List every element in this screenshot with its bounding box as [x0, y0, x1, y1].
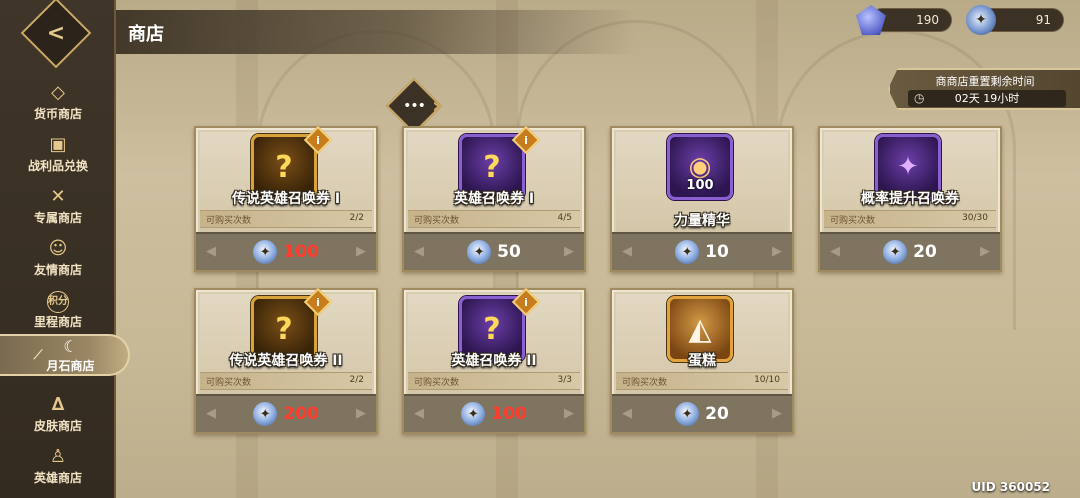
- item-price: 100: [491, 404, 527, 424]
- shop-refresh-timer: 商商店重置剩余时间 ◷ 02天 19小时: [888, 68, 1080, 110]
- moonstone-icon: ✦: [461, 402, 486, 426]
- sidebar-item-label: 皮肤商店: [33, 418, 82, 433]
- refresh-time-box: ◷ 02天 19小时: [908, 90, 1066, 107]
- hero-icon: ♙: [49, 445, 67, 467]
- item-price: 20: [913, 242, 937, 262]
- hanger-icon: ∆: [51, 393, 65, 415]
- sidebar-item-label: 友情商店: [33, 262, 82, 277]
- moonstone-icon: ✦: [467, 240, 492, 264]
- back-button[interactable]: <: [20, 0, 92, 69]
- purchase-limit-count: 3/3: [557, 375, 572, 385]
- purchase-limit-bar: 可购买次数 30/30: [824, 210, 996, 228]
- sidebar: < ◇ 货币商店 ▣ 战利品兑换 ✕ 专属商店 ☺ 友情商店 积分 里程商店 ⟋…: [0, 0, 130, 498]
- friendship-icon: ☺: [48, 237, 68, 259]
- sidebar-item-label: 战利品兑换: [27, 158, 88, 173]
- purchase-limit-bar: 可购买次数 10/10: [616, 372, 788, 390]
- chevron-right-icon: ›: [432, 94, 442, 119]
- purchase-limit-count: 4/5: [557, 213, 572, 223]
- shop-item-card[interactable]: ? i 传说英雄召唤券 I 可购买次数 2/2 ◀ ▶ ✦ 100: [194, 125, 378, 272]
- sidebar-item-skin-shop[interactable]: ∆ 皮肤商店: [0, 388, 116, 440]
- purchase-limit-count: 2/2: [349, 213, 364, 223]
- refresh-time: 02天 19小时: [954, 92, 1020, 105]
- purchase-limit-bar: 可购买次数 2/2: [200, 210, 372, 228]
- crossed-swords-icon: ✕: [50, 185, 66, 207]
- shop-item-card[interactable]: ? i 英雄召唤券 II 可购买次数 3/3 ◀ ▶ ✦ 100: [402, 287, 586, 434]
- clock-icon: ◷: [914, 91, 925, 105]
- item-price: 10: [705, 242, 729, 262]
- sidebar-item-exclusive-shop[interactable]: ✕ 专属商店: [0, 180, 116, 232]
- item-price: 50: [497, 242, 521, 262]
- chat-bubble-icon: •••: [403, 98, 425, 114]
- buy-button[interactable]: ◀ ▶ ✦ 100: [196, 232, 376, 270]
- purchase-limit-bar: 可购买次数 3/3: [408, 372, 580, 390]
- power-essence-icon: ◉ 100: [667, 134, 733, 200]
- moonstone-icon: ✦: [675, 240, 700, 264]
- refresh-title: 商商店重置剩余时间: [935, 75, 1035, 88]
- sidebar-item-hero-shop[interactable]: ♙ 英雄商店: [0, 440, 116, 492]
- item-name: 力量精华: [674, 213, 730, 229]
- buy-button[interactable]: ◀ ▶ ✦ 20: [612, 394, 792, 432]
- treasure-chest-icon: ▣: [49, 133, 67, 155]
- purchase-limit-label: 可购买次数: [830, 216, 876, 226]
- purchase-limit-count: 10/10: [754, 375, 780, 385]
- shop-item-card[interactable]: ◉ 100 力量精华 ◀ ▶ ✦ 10: [610, 126, 794, 272]
- sidebar-item-currency-shop[interactable]: ◇ 货币商店: [0, 76, 116, 128]
- item-price: 100: [283, 242, 319, 262]
- purchase-limit-label: 可购买次数: [206, 216, 252, 226]
- item-name: 英雄召唤券 I: [453, 191, 535, 207]
- page-title: 商店: [128, 24, 164, 45]
- moon-icon: ☾: [63, 336, 78, 356]
- buy-button[interactable]: ◀ ▶ ✦ 50: [404, 232, 584, 270]
- shop-item-card[interactable]: ✦ 概率提升召唤券 可购买次数 30/30 ◀ ▶ ✦ 20: [818, 126, 1002, 272]
- points-icon: 积分: [47, 290, 69, 313]
- purchase-limit-bar: 可购买次数 2/2: [200, 372, 372, 390]
- header-bar: 商店: [116, 10, 636, 54]
- item-name: 概率提升召唤券: [861, 191, 959, 207]
- sidebar-item-label: 月石商店: [46, 358, 95, 373]
- purchase-limit-label: 可购买次数: [206, 378, 252, 388]
- shop-item-card[interactable]: ? i 英雄召唤券 I 可购买次数 4/5 ◀ ▶ ✦ 50: [402, 125, 586, 272]
- sidebar-item-mileage-shop[interactable]: 积分 里程商店: [0, 284, 116, 336]
- back-arrow-icon: <: [46, 20, 66, 46]
- buy-button[interactable]: ◀ ▶ ✦ 200: [196, 394, 376, 432]
- moonstone-icon: ✦: [675, 402, 700, 426]
- purchase-limit-bar: 可购买次数 4/5: [408, 210, 580, 228]
- moonstone-icon: ✦: [966, 5, 996, 35]
- sidebar-item-label: 里程商店: [33, 314, 82, 329]
- buy-button[interactable]: ◀ ▶ ✦ 10: [612, 232, 792, 270]
- buy-button[interactable]: ◀ ▶ ✦ 100: [404, 394, 584, 432]
- purchase-limit-label: 可购买次数: [414, 378, 460, 388]
- item-price: 20: [705, 404, 729, 424]
- sparkle-icon: ⟋: [33, 347, 43, 363]
- item-name: 传说英雄召唤券 II: [229, 353, 343, 369]
- item-name: 传说英雄召唤券 I: [231, 191, 341, 207]
- item-price: 200: [283, 404, 319, 424]
- purchase-limit-label: 可购买次数: [414, 216, 460, 226]
- moonstone-icon: ✦: [253, 402, 278, 426]
- purchase-limit-count: 2/2: [349, 375, 364, 385]
- purchase-limit-label: 可购买次数: [622, 378, 668, 388]
- sidebar-item-moonstone-shop[interactable]: ⟋ ☾ 月石商店: [0, 334, 130, 376]
- shop-item-card[interactable]: ? i 传说英雄召唤券 II 可购买次数 2/2 ◀ ▶ ✦ 200: [194, 287, 378, 434]
- moonstone-icon: ✦: [253, 240, 278, 264]
- sidebar-item-label: 货币商店: [33, 106, 82, 121]
- sidebar-item-label: 英雄商店: [33, 470, 82, 485]
- sidebar-item-loot-exchange[interactable]: ▣ 战利品兑换: [0, 128, 116, 180]
- item-name: 蛋糕: [688, 353, 716, 369]
- buy-button[interactable]: ◀ ▶ ✦ 20: [820, 232, 1000, 270]
- shop-item-card[interactable]: ◭ 蛋糕 可购买次数 10/10 ◀ ▶ ✦ 20: [610, 288, 794, 434]
- moonstone-icon: ✦: [883, 240, 908, 264]
- user-id: UID 360052: [971, 480, 1050, 494]
- purchase-limit-count: 30/30: [962, 213, 988, 223]
- diamond-icon: ◇: [51, 81, 65, 103]
- sidebar-item-label: 专属商店: [33, 210, 82, 225]
- sidebar-item-friendship-shop[interactable]: ☺ 友情商店: [0, 232, 116, 284]
- item-name: 英雄召唤券 II: [451, 353, 537, 369]
- item-quantity: 100: [686, 178, 714, 193]
